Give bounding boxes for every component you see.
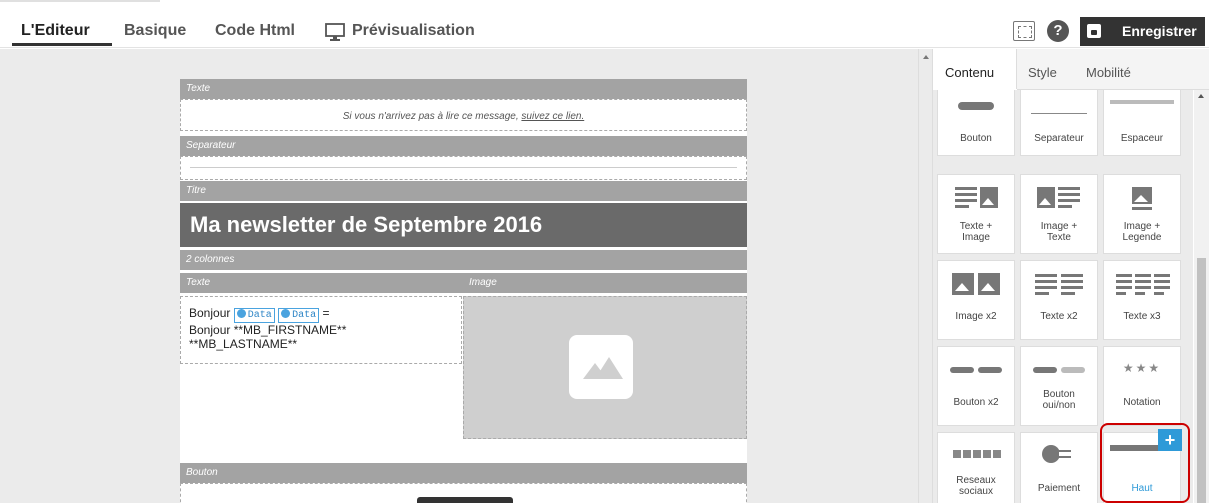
image-caption-icon — [1132, 187, 1152, 210]
tile-bouton[interactable]: Bouton — [937, 90, 1015, 156]
tile-image-legende[interactable]: Image + Legende — [1103, 174, 1181, 254]
tile-label-line1: Bouton — [1043, 389, 1075, 400]
tile-image-texte[interactable]: Image + Texte — [1020, 174, 1098, 254]
tile-label: Texte x2 — [1040, 311, 1078, 322]
view-online-link[interactable]: suivez ce lien. — [521, 111, 584, 122]
panel-scrollbar[interactable] — [1194, 90, 1209, 503]
tab-basique[interactable]: Basique — [124, 22, 186, 40]
image-text-icon — [1037, 187, 1080, 208]
monitor-icon[interactable] — [325, 23, 345, 41]
save-button[interactable]: Enregistrer — [1080, 17, 1205, 46]
tile-texte-x2[interactable]: Texte x2 — [1020, 260, 1098, 340]
tab-editeur[interactable]: L'Editeur — [21, 22, 90, 40]
tab-previsualisation[interactable]: Prévisualisation — [352, 22, 475, 40]
greeting-equals: = — [322, 306, 330, 320]
text-x2-icon — [1035, 274, 1083, 295]
tile-label-line2: Image — [962, 232, 990, 243]
active-tab-indicator — [12, 43, 112, 46]
text-image-icon — [955, 187, 998, 208]
tile-label: Espaceur — [1120, 133, 1164, 144]
column-text-block[interactable]: Bonjour Data Data = Bonjour **MB_FIRSTNA… — [180, 296, 462, 364]
view-online-text[interactable]: Si vous n'arrivez pas à lire ce message,… — [180, 111, 747, 122]
button-yes-no-icon — [1033, 367, 1085, 373]
tile-label-line1: Reseaux — [956, 475, 996, 486]
image-placeholder-icon — [569, 335, 633, 399]
tile-espaceur[interactable]: Espaceur — [1103, 90, 1181, 156]
email-template: Texte Si vous n'arrivez pas à lire ce me… — [180, 79, 747, 503]
separator-block[interactable] — [180, 156, 747, 180]
tile-bouton-oui-non[interactable]: Bouton oui/non — [1020, 346, 1098, 426]
separator-line — [190, 167, 737, 168]
block-label-separateur[interactable]: Separateur — [180, 136, 747, 156]
add-block-icon[interactable]: + — [1158, 429, 1182, 451]
tile-texte-image[interactable]: Texte + Image — [937, 174, 1015, 254]
tile-label-line2: sociaux — [959, 486, 993, 497]
button-x2-icon — [950, 367, 1002, 373]
tile-texte-x3[interactable]: Texte x3 — [1103, 260, 1181, 340]
greeting-prefix: Bonjour — [189, 306, 231, 320]
greeting-line-3: **MB_LASTNAME** — [189, 337, 298, 351]
top-divider — [0, 0, 160, 2]
tile-label-line2: Legende — [1122, 232, 1162, 243]
button-block-icon — [938, 97, 1014, 115]
scroll-up-icon[interactable] — [1198, 94, 1204, 98]
collapse-arrow-icon[interactable] — [923, 55, 929, 59]
scrollbar-thumb[interactable] — [1197, 258, 1206, 503]
tab-code-html[interactable]: Code Html — [215, 22, 295, 40]
tile-label: Separateur — [1034, 133, 1084, 144]
tile-label: Bouton — [960, 133, 992, 144]
data-chip-label: Data — [247, 310, 272, 321]
block-label-2-colonnes[interactable]: 2 colonnes — [180, 250, 747, 270]
block-label-bouton[interactable]: Bouton — [180, 463, 747, 483]
tile-separateur[interactable]: Separateur — [1020, 90, 1098, 156]
newsletter-title[interactable]: Ma newsletter de Septembre 2016 — [180, 203, 747, 247]
tile-label-line1: Texte + — [959, 221, 993, 232]
tile-label: Bouton x2 — [953, 397, 999, 408]
text-x3-icon — [1116, 274, 1170, 295]
image-x2-icon — [952, 273, 1000, 295]
data-chip-lastname[interactable]: Data — [278, 308, 320, 323]
block-label-texte[interactable]: Texte — [180, 79, 747, 99]
block-label-titre[interactable]: Titre — [180, 181, 747, 201]
tile-label: Image x2 — [955, 311, 997, 322]
payment-icon — [1042, 445, 1071, 463]
data-chip-label: Data — [292, 310, 317, 321]
block-label-col-image[interactable]: Image — [463, 273, 747, 293]
tile-label-line1: Image + — [1123, 221, 1161, 232]
email-button[interactable] — [417, 497, 513, 503]
tile-reseaux-sociaux[interactable]: Reseaux sociaux — [937, 432, 1015, 503]
greeting-line-2: Bonjour **MB_FIRSTNAME** — [189, 323, 347, 337]
tile-label: Paiement — [1037, 483, 1081, 494]
tile-label-line1: Image + — [1040, 221, 1078, 232]
help-icon[interactable]: ? — [1047, 20, 1069, 42]
stars-icon: ★★★ — [1122, 361, 1162, 375]
panel-tab-contenu[interactable]: Contenu — [945, 65, 994, 80]
tile-label-line2: Texte — [1047, 232, 1071, 243]
view-online-prefix: Si vous n'arrivez pas à lire ce message, — [342, 111, 522, 122]
tile-label: Notation — [1123, 397, 1161, 408]
editor-canvas: Texte Si vous n'arrivez pas à lire ce me… — [0, 49, 918, 503]
fullscreen-icon[interactable] — [1013, 21, 1035, 41]
column-image-block[interactable] — [463, 296, 747, 439]
top-toolbar: L'Editeur Basique Code Html Prévisualisa… — [0, 0, 1209, 48]
tile-label-line2: oui/non — [1042, 400, 1076, 411]
tile-image-x2[interactable]: Image x2 — [937, 260, 1015, 340]
tile-paiement[interactable]: Paiement — [1020, 432, 1098, 503]
floppy-icon — [1087, 24, 1101, 38]
user-icon — [236, 309, 246, 318]
panel-tab-style[interactable]: Style — [1028, 65, 1057, 80]
panel-splitter[interactable] — [918, 49, 932, 503]
social-icons — [953, 450, 1001, 458]
user-icon — [281, 309, 291, 318]
spacer-block-icon — [1104, 91, 1180, 109]
tile-bouton-x2[interactable]: Bouton x2 — [937, 346, 1015, 426]
block-label-col-texte[interactable]: Texte — [180, 273, 463, 293]
save-label: Enregistrer — [1122, 23, 1197, 39]
data-chip-firstname[interactable]: Data — [233, 308, 275, 323]
tile-label: Texte x3 — [1123, 311, 1161, 322]
tile-notation[interactable]: ★★★ Notation — [1103, 346, 1181, 426]
separator-block-icon — [1021, 101, 1097, 119]
panel-tab-mobilite[interactable]: Mobilité — [1086, 65, 1131, 80]
